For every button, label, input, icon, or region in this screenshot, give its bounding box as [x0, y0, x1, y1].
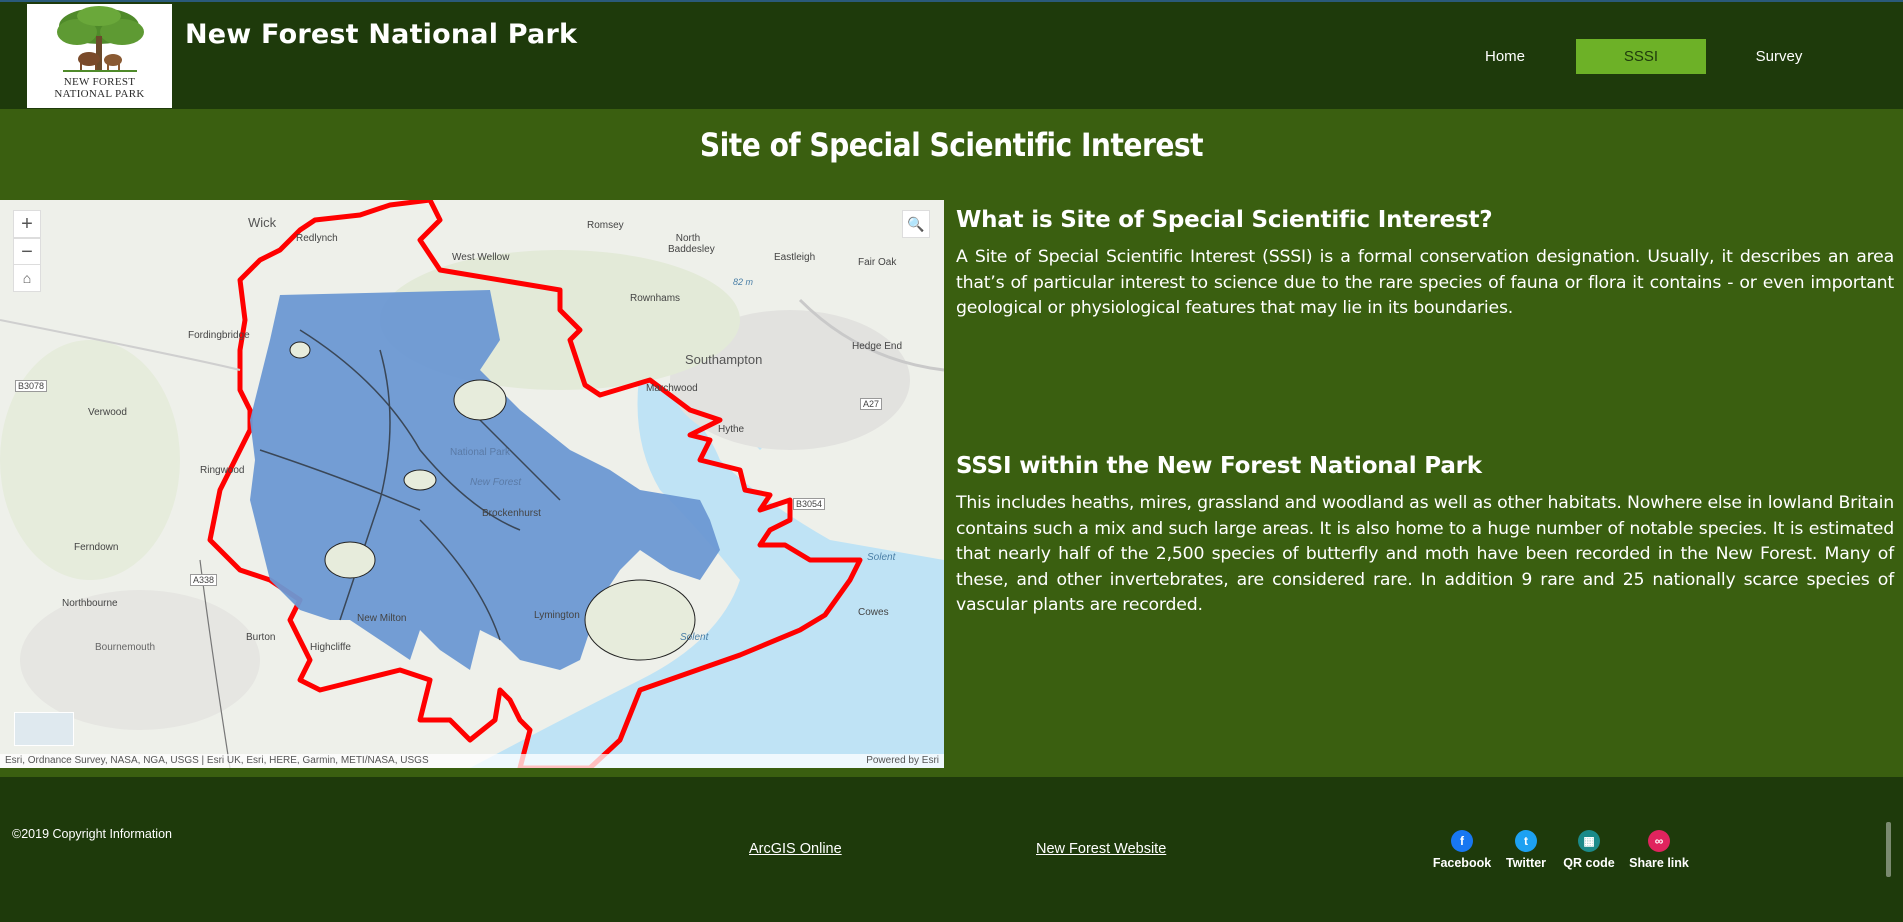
- share-qr-code[interactable]: ▦ QR code: [1554, 830, 1624, 870]
- map-label-lymington: Lymington: [534, 610, 580, 621]
- copyright-text: ©2019 Copyright Information: [12, 827, 172, 841]
- sssi-map[interactable]: Wick Romsey North Baddesley Redlynch Wes…: [0, 200, 944, 768]
- map-label-bournemouth: Bournemouth: [95, 642, 156, 653]
- attribution-text: Esri, Ordnance Survey, NASA, NGA, USGS |…: [5, 755, 429, 766]
- map-label-cowes: Cowes: [858, 607, 889, 618]
- map-label-82m: 82 m: [733, 277, 754, 287]
- link-icon: ∞: [1648, 830, 1670, 852]
- site-footer: ©2019 Copyright Information ArcGIS Onlin…: [0, 777, 1903, 922]
- map-label-b3054: B3054: [793, 498, 826, 510]
- logo-line2: NATIONAL PARK: [54, 88, 145, 100]
- map-label-brockenhurst: Brockenhurst: [482, 508, 541, 519]
- map-label-romsey: Romsey: [587, 220, 624, 231]
- site-header: NEW FOREST NATIONAL PARK New Forest Nati…: [0, 0, 1903, 109]
- share-facebook[interactable]: f Facebook: [1427, 830, 1497, 870]
- map-label-a27: A27: [860, 398, 883, 410]
- facebook-icon: f: [1451, 830, 1473, 852]
- logo-line1: NEW FOREST: [63, 76, 136, 88]
- map-label-west-wellow: West Wellow: [452, 252, 510, 263]
- map-search-button[interactable]: 🔍: [902, 210, 930, 238]
- map-attribution: Esri, Ordnance Survey, NASA, NGA, USGS |…: [0, 754, 944, 768]
- map-label-north-baddesley: North Baddesley: [668, 233, 715, 255]
- nav-home[interactable]: Home: [1440, 39, 1570, 74]
- map-label-southampton: Southampton: [685, 352, 763, 367]
- facebook-label: Facebook: [1432, 856, 1492, 870]
- nav-survey[interactable]: Survey: [1714, 39, 1844, 74]
- qr-code-label: QR code: [1563, 856, 1615, 870]
- map-label-wick: Wick: [248, 215, 277, 230]
- new-forest-website-link[interactable]: New Forest Website: [1036, 841, 1166, 857]
- map-label-eastleigh: Eastleigh: [774, 252, 816, 263]
- overview-map[interactable]: [14, 712, 74, 746]
- map-label-verwood: Verwood: [88, 407, 127, 418]
- site-title: New Forest National Park: [185, 19, 578, 50]
- map-label-new-forest: New Forest: [470, 477, 522, 488]
- map-label-fordingbridge: Fordingbridge: [188, 330, 250, 341]
- map-label-ferndown: Ferndown: [74, 542, 119, 553]
- map-label-a338: A338: [190, 574, 218, 586]
- share-link-label: Share link: [1629, 856, 1689, 870]
- share-link[interactable]: ∞ Share link: [1624, 830, 1694, 870]
- zoom-in-button[interactable]: +: [13, 210, 41, 238]
- map-label-redlynch: Redlynch: [296, 233, 338, 244]
- map-label-northbourne: Northbourne: [62, 598, 118, 609]
- section1-body: A Site of Special Scientific Interest (S…: [956, 247, 1894, 318]
- nav-sssi[interactable]: SSSI: [1576, 39, 1706, 74]
- twitter-label: Twitter: [1505, 856, 1547, 870]
- map-label-hedge-end: Hedge End: [852, 341, 903, 352]
- share-twitter[interactable]: t Twitter: [1491, 830, 1561, 870]
- map-label-solent-2: Solent: [680, 632, 709, 643]
- map-label-burton: Burton: [246, 632, 276, 643]
- section2-title: SSSI within the New Forest National Park: [956, 453, 1482, 479]
- park-logo[interactable]: NEW FOREST NATIONAL PARK: [27, 4, 172, 108]
- urban-bournemouth: [20, 590, 260, 730]
- scrollbar-thumb[interactable]: [1886, 822, 1891, 877]
- map-label-marchwood: Marchwood: [646, 383, 698, 394]
- page-heading: Site of Special Scientific Interest: [699, 126, 1204, 164]
- search-icon: 🔍: [907, 216, 925, 232]
- map-label-hythe: Hythe: [718, 424, 745, 435]
- section2-body: This includes heaths, mires, grassland a…: [956, 493, 1894, 615]
- home-icon: ⌂: [22, 270, 32, 286]
- home-extent-button[interactable]: ⌂: [13, 264, 41, 292]
- map-label-b3078: B3078: [15, 380, 48, 392]
- section-what-is-sssi: What is Site of Special Scientific Inter…: [956, 207, 1894, 322]
- map-label-new-milton: New Milton: [357, 613, 407, 624]
- map-label-rownhams: Rownhams: [630, 293, 681, 304]
- section1-title: What is Site of Special Scientific Inter…: [956, 207, 1493, 233]
- powered-by-esri[interactable]: Powered by Esri: [866, 754, 939, 768]
- map-label-highcliffe: Highcliffe: [310, 642, 351, 653]
- map-label-solent-1: Solent: [867, 552, 896, 563]
- zoom-out-button[interactable]: −: [13, 238, 41, 266]
- map-label-national-park: National Park: [450, 447, 511, 458]
- map-label-ringwood: Ringwood: [200, 465, 245, 476]
- map-label-fair-oak: Fair Oak: [858, 257, 897, 268]
- main-section: Site of Special Scientific Interest Wick…: [0, 109, 1903, 777]
- section-sssi-in-park: SSSI within the New Forest National Park…: [956, 453, 1894, 619]
- qr-code-icon: ▦: [1578, 830, 1600, 852]
- twitter-icon: t: [1515, 830, 1537, 852]
- arcgis-online-link[interactable]: ArcGIS Online: [749, 841, 842, 857]
